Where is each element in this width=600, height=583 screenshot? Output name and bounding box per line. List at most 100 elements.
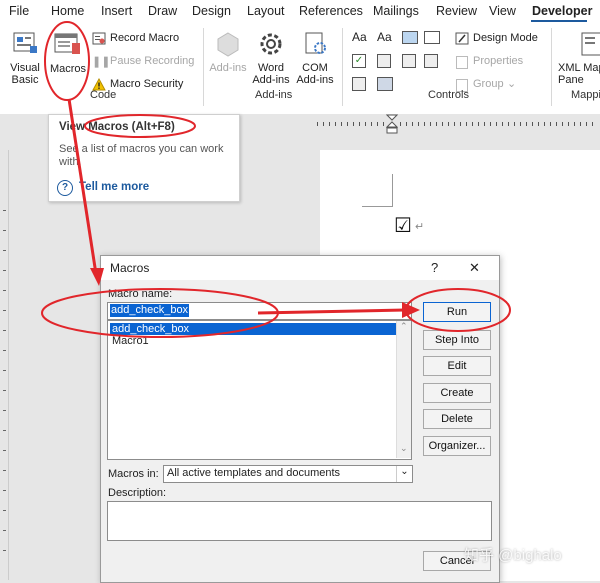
description-box — [107, 501, 492, 541]
properties-label: Properties — [473, 55, 524, 67]
organizer-button[interactable]: Organizer... — [423, 436, 491, 456]
create-button[interactable]: Create — [423, 383, 491, 403]
controls-group-label: Controls — [428, 89, 469, 101]
tab-home[interactable]: Home — [51, 4, 84, 18]
properties-button: Properties — [455, 54, 545, 70]
xml-mapping-label: XML Mapping Pane — [558, 62, 600, 86]
record-macro-icon — [92, 32, 106, 45]
tab-insert[interactable]: Insert — [101, 4, 132, 18]
macro-name-value: add_check_box — [110, 304, 190, 317]
plain-text-control-icon[interactable]: Aa — [377, 30, 392, 44]
macros-icon — [54, 33, 80, 54]
visual-basic-label: Visual Basic — [10, 62, 40, 86]
help-icon: ? — [57, 180, 73, 196]
xml-mapping-icon — [581, 32, 600, 56]
tab-mailings[interactable]: Mailings — [373, 4, 419, 18]
macro-security-label: Macro Security — [110, 78, 184, 90]
dialog-title: Macros — [110, 261, 150, 275]
tab-view[interactable]: View — [489, 4, 516, 18]
macro-name-label: Macro name: — [108, 288, 173, 300]
xml-mapping-button[interactable]: XML Mapping Pane — [556, 30, 600, 90]
ribbon-separator — [551, 28, 552, 106]
list-item[interactable]: Macro1 — [112, 335, 149, 347]
watermark: 知乎 @bighalo — [464, 547, 562, 564]
ribbon-separator — [203, 28, 204, 106]
macros-label: Macros — [49, 63, 87, 75]
combo-box-icon[interactable] — [377, 54, 391, 68]
mapping-group-label: Mapping — [571, 89, 600, 101]
visual-basic-icon — [13, 32, 37, 53]
tab-review[interactable]: Review — [436, 4, 477, 18]
tab-developer[interactable]: Developer — [532, 4, 592, 18]
tell-me-more-link[interactable]: Tell me more — [79, 181, 149, 193]
paragraph-mark: ↵ — [415, 221, 425, 233]
drop-down-icon[interactable] — [402, 54, 416, 68]
record-macro-label: Record Macro — [110, 32, 180, 44]
com-addins-button[interactable]: COM Add-ins — [294, 30, 336, 90]
addins-label: Add-ins — [209, 62, 247, 74]
macros-in-select[interactable]: All active templates and documents ⌄ — [163, 465, 413, 483]
gear-icon — [260, 33, 282, 55]
record-macro-button[interactable]: Record Macro — [92, 31, 197, 47]
chevron-down-icon[interactable]: ⌄ — [396, 466, 412, 482]
checkbox-glyph: ☑ — [394, 215, 412, 237]
checkbox-control-icon[interactable]: ✓ — [352, 54, 366, 68]
addins-group-label: Add-ins — [255, 89, 293, 101]
repeating-section-icon[interactable] — [352, 77, 366, 91]
help-button[interactable]: ? — [431, 260, 438, 275]
tab-layout[interactable]: Layout — [247, 4, 285, 18]
addins-button: Add-ins — [208, 30, 248, 90]
delete-button[interactable]: Delete — [423, 409, 491, 429]
com-addins-icon — [305, 32, 326, 54]
hexagon-icon — [217, 32, 239, 57]
group-label: Group — [473, 78, 504, 90]
list-item-selected[interactable]: add_check_box — [110, 323, 397, 335]
picture-control-icon[interactable] — [402, 31, 418, 44]
chevron-down-icon: ⌄ — [507, 78, 517, 90]
macro-name-input[interactable]: add_check_box — [107, 302, 412, 320]
visual-basic-button[interactable]: Visual Basic — [4, 30, 46, 92]
design-mode-label: Design Mode — [473, 32, 538, 44]
dialog-title-bar: Macros ? ✕ — [101, 256, 499, 280]
building-block-icon[interactable] — [424, 31, 440, 44]
com-addins-label: COM Add-ins — [296, 62, 334, 86]
word-addins-label: Word Add-ins — [252, 62, 290, 86]
design-mode-icon — [455, 32, 469, 45]
controls-icon-grid: Aa Aa ✓ — [350, 30, 442, 96]
macros-tooltip: View Macros (Alt+F8) See a list of macro… — [48, 114, 240, 202]
tab-file[interactable]: File — [9, 4, 29, 18]
pause-icon: ❚❚ — [92, 56, 111, 68]
edit-button[interactable]: Edit — [423, 356, 491, 376]
tab-draw[interactable]: Draw — [148, 4, 177, 18]
word-addins-button[interactable]: Word Add-ins — [250, 30, 292, 90]
code-group-label: Code — [90, 89, 117, 101]
tooltip-description: See a list of macros you can work with. — [59, 143, 224, 168]
step-into-button[interactable]: Step Into — [423, 330, 491, 350]
margin-corner-marker — [362, 174, 393, 207]
macro-list[interactable]: add_check_box Macro1 ⌃ ⌄ — [107, 320, 412, 460]
macros-in-label: Macros in: — [108, 468, 159, 480]
tab-design[interactable]: Design — [192, 4, 231, 18]
design-mode-button[interactable]: Design Mode — [455, 31, 545, 47]
macros-button[interactable]: Macros — [48, 30, 88, 92]
indent-marker[interactable] — [386, 114, 398, 134]
list-scrollbar[interactable]: ⌃ ⌄ — [396, 321, 411, 458]
macros-in-value: All active templates and documents — [167, 467, 341, 479]
macros-dialog: Macros ? ✕ Macro name: add_check_box add… — [100, 255, 500, 583]
scroll-down-icon[interactable]: ⌄ — [400, 443, 408, 454]
scroll-up-icon[interactable]: ⌃ — [400, 321, 408, 332]
vertical-ruler — [0, 150, 9, 580]
pause-recording-label: Pause Recording — [110, 55, 195, 67]
menu-bar: File Home Insert Draw Design Layout Refe… — [0, 0, 600, 22]
close-button[interactable]: ✕ — [469, 260, 480, 276]
legacy-tools-icon[interactable] — [377, 77, 393, 91]
properties-icon — [456, 56, 468, 69]
tab-references[interactable]: References — [299, 4, 363, 18]
date-picker-icon[interactable] — [424, 54, 438, 68]
ribbon-separator — [342, 28, 343, 106]
run-button[interactable]: Run — [423, 302, 491, 322]
pause-recording-button: ❚❚ Pause Recording — [92, 54, 197, 70]
text-control-icon[interactable]: Aa — [352, 30, 367, 44]
description-label: Description: — [108, 487, 167, 499]
tooltip-title: View Macros (Alt+F8) — [59, 121, 175, 133]
